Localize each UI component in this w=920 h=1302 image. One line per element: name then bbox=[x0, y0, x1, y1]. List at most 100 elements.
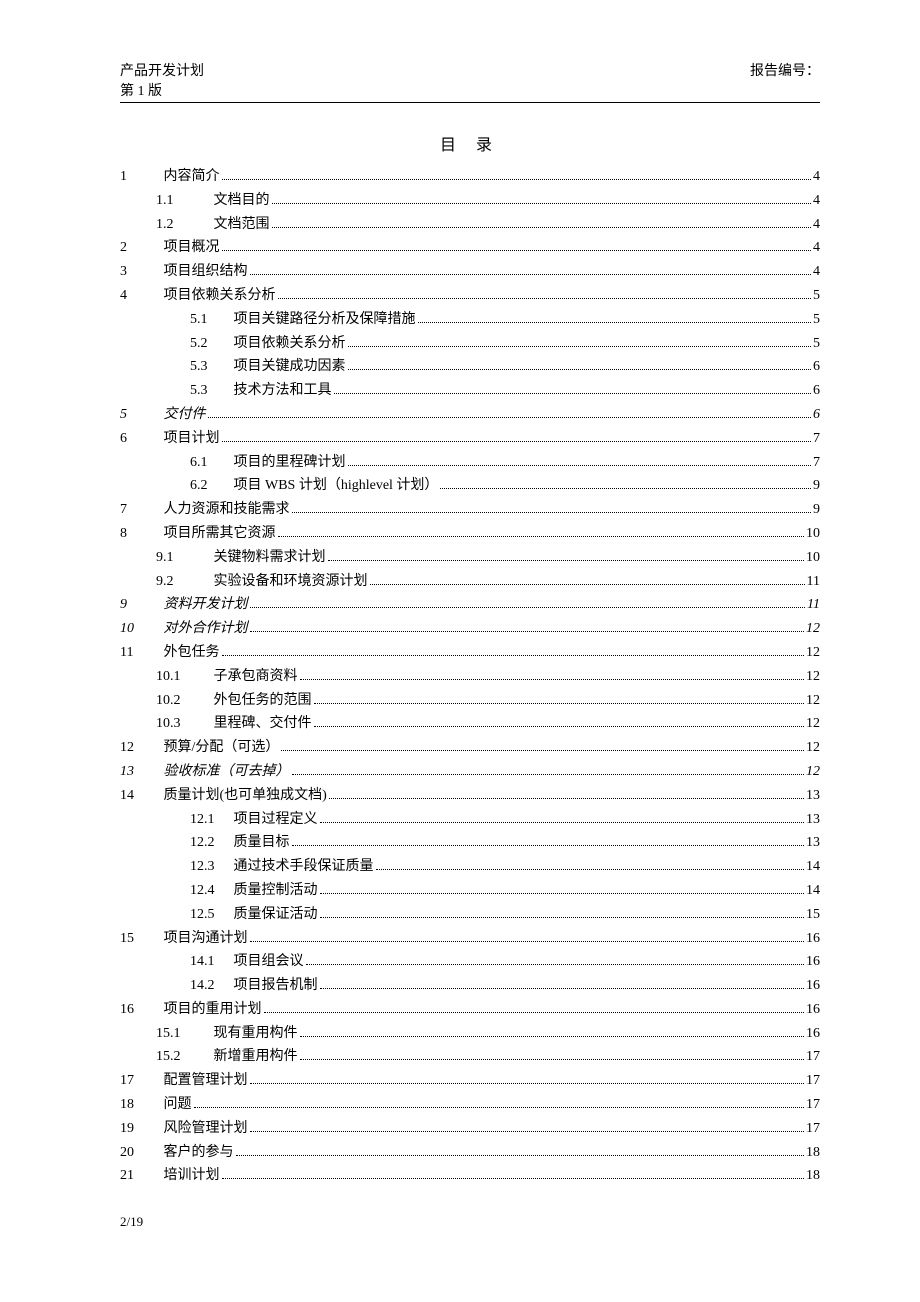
toc-leader-dots bbox=[418, 322, 812, 323]
toc-entry-number: 10.3 bbox=[156, 712, 210, 736]
toc-entry[interactable]: 15.1 现有重用构件16 bbox=[120, 1022, 820, 1046]
toc-leader-dots bbox=[278, 536, 805, 537]
toc-entry-number: 12.3 bbox=[190, 855, 230, 879]
toc-entry[interactable]: 9.1 关键物料需求计划 10 bbox=[120, 546, 820, 570]
toc-entry-label: 5.1 项目关键路径分析及保障措施 bbox=[190, 308, 416, 332]
toc-entry[interactable]: 14.2 项目报告机制16 bbox=[120, 974, 820, 998]
toc-entry[interactable]: 12.2 质量目标13 bbox=[120, 831, 820, 855]
toc-entry[interactable]: 6.1 项目的里程碑计划7 bbox=[120, 451, 820, 475]
toc-entry[interactable]: 1 内容简介4 bbox=[120, 165, 820, 189]
toc-entry[interactable]: 19 风险管理计划17 bbox=[120, 1117, 820, 1141]
toc-entry-label: 3 项目组织结构 bbox=[120, 260, 248, 284]
toc-entry[interactable]: 11 外包任务12 bbox=[120, 641, 820, 665]
toc-entry[interactable]: 21 培训计划18 bbox=[120, 1164, 820, 1188]
toc-entry-text: 问题 bbox=[164, 1097, 192, 1112]
toc-entry[interactable]: 14 质量计划(也可单独成文档)13 bbox=[120, 784, 820, 808]
toc-entry[interactable]: 3 项目组织结构4 bbox=[120, 260, 820, 284]
toc-entry[interactable]: 4 项目依赖关系分析 5 bbox=[120, 284, 820, 308]
toc-entry[interactable]: 18 问题17 bbox=[120, 1093, 820, 1117]
toc-entry[interactable]: 10.1 子承包商资料12 bbox=[120, 665, 820, 689]
toc-leader-dots bbox=[376, 869, 805, 870]
toc-entry-number: 21 bbox=[120, 1164, 160, 1188]
toc-leader-dots bbox=[314, 703, 805, 704]
toc-entry[interactable]: 5 交付件6 bbox=[120, 403, 820, 427]
toc-entry[interactable]: 7 人力资源和技能需求9 bbox=[120, 498, 820, 522]
toc-entry-text: 项目所需其它资源 bbox=[164, 526, 276, 541]
toc-entry[interactable]: 1.1 文档目的4 bbox=[120, 189, 820, 213]
toc-entry-label: 6 项目计划 bbox=[120, 427, 220, 451]
toc-entry-number: 12.5 bbox=[190, 903, 230, 927]
toc-entry-label: 16 项目的重用计划 bbox=[120, 998, 262, 1022]
toc-entry-number: 5.1 bbox=[190, 308, 230, 332]
toc-entry-label: 10.2 外包任务的范围 bbox=[156, 689, 312, 713]
toc-entry-label: 6.2 项目 WBS 计划（highlevel 计划） bbox=[190, 474, 438, 498]
toc-entry-text: 外包任务 bbox=[164, 645, 220, 660]
toc-entry[interactable]: 5.1 项目关键路径分析及保障措施5 bbox=[120, 308, 820, 332]
toc-entry-page: 9 bbox=[813, 474, 820, 498]
toc-leader-dots bbox=[250, 1083, 805, 1084]
toc-entry[interactable]: 9 资料开发计划11 bbox=[120, 593, 820, 617]
toc-entry-page: 4 bbox=[813, 165, 820, 189]
toc-leader-dots bbox=[250, 607, 806, 608]
toc-entry-number: 5.2 bbox=[190, 332, 230, 356]
toc-entry-number: 9 bbox=[120, 593, 160, 617]
toc-entry-text: 项目概况 bbox=[164, 240, 220, 255]
toc-entry-page: 10 bbox=[806, 546, 820, 570]
toc-entry-text: 新增重用构件 bbox=[214, 1049, 298, 1064]
toc-leader-dots bbox=[370, 584, 805, 585]
toc-entry-page: 16 bbox=[806, 974, 820, 998]
toc-entry-number: 1.1 bbox=[156, 189, 210, 213]
toc-leader-dots bbox=[272, 227, 812, 228]
toc-entry[interactable]: 6.2 项目 WBS 计划（highlevel 计划） 9 bbox=[120, 474, 820, 498]
toc-entry-number: 6.2 bbox=[190, 474, 230, 498]
toc-entry[interactable]: 5.2 项目依赖关系分析5 bbox=[120, 332, 820, 356]
toc-entry-number: 6 bbox=[120, 427, 160, 451]
doc-version: 第 1 版 bbox=[120, 80, 204, 100]
toc-entry-label: 9.1 关键物料需求计划 bbox=[156, 546, 326, 570]
toc-entry[interactable]: 6 项目计划7 bbox=[120, 427, 820, 451]
toc-entry[interactable]: 8 项目所需其它资源10 bbox=[120, 522, 820, 546]
toc-entry-label: 1.2 文档范围 bbox=[156, 213, 270, 237]
toc-entry[interactable]: 10.2 外包任务的范围12 bbox=[120, 689, 820, 713]
toc-entry[interactable]: 15.2 新增重用构件17 bbox=[120, 1045, 820, 1069]
toc-entry-page: 5 bbox=[813, 284, 820, 308]
toc-entry-number: 14.2 bbox=[190, 974, 230, 998]
toc-entry[interactable]: 10.3 里程碑、交付件12 bbox=[120, 712, 820, 736]
toc-entry-text: 质量计划(也可单独成文档) bbox=[164, 788, 327, 803]
toc-entry[interactable]: 13 验收标准（可去掉）12 bbox=[120, 760, 820, 784]
toc-entry-page: 12 bbox=[806, 641, 820, 665]
toc-entry-label: 5.3 项目关键成功因素 bbox=[190, 355, 346, 379]
toc-entry-label: 4 项目依赖关系分析 bbox=[120, 284, 276, 308]
toc-entry[interactable]: 20 客户的参与18 bbox=[120, 1141, 820, 1165]
toc-entry-number: 16 bbox=[120, 998, 160, 1022]
toc-entry-text: 现有重用构件 bbox=[214, 1026, 298, 1041]
toc-entry-text: 预算/分配（可选） bbox=[164, 740, 280, 755]
toc-entry[interactable]: 5.3 技术方法和工具6 bbox=[120, 379, 820, 403]
toc-entry-page: 12 bbox=[806, 712, 820, 736]
toc-entry[interactable]: 16 项目的重用计划16 bbox=[120, 998, 820, 1022]
toc-entry-text: 文档范围 bbox=[214, 217, 270, 232]
toc-entry-text: 实验设备和环境资源计划 bbox=[214, 574, 368, 589]
toc-entry[interactable]: 12.5 质量保证活动15 bbox=[120, 903, 820, 927]
toc-entry[interactable]: 12 预算/分配（可选）12 bbox=[120, 736, 820, 760]
toc-entry[interactable]: 5.3 项目关键成功因素6 bbox=[120, 355, 820, 379]
toc-entry[interactable]: 12.3 通过技术手段保证质量14 bbox=[120, 855, 820, 879]
toc-entry-number: 2 bbox=[120, 236, 160, 260]
toc-entry[interactable]: 12.1 项目过程定义13 bbox=[120, 808, 820, 832]
toc-entry-page: 12 bbox=[806, 760, 820, 784]
toc-leader-dots bbox=[348, 346, 812, 347]
toc-entry[interactable]: 12.4 质量控制活动14 bbox=[120, 879, 820, 903]
toc-entry-text: 人力资源和技能需求 bbox=[164, 502, 290, 517]
toc-entry[interactable]: 17 配置管理计划17 bbox=[120, 1069, 820, 1093]
toc-entry[interactable]: 10 对外合作计划12 bbox=[120, 617, 820, 641]
toc-entry-page: 12 bbox=[806, 736, 820, 760]
toc-entry[interactable]: 9.2 实验设备和环境资源计划11 bbox=[120, 570, 820, 594]
toc-entry[interactable]: 14.1 项目组会议16 bbox=[120, 950, 820, 974]
toc-entry-number: 15.1 bbox=[156, 1022, 210, 1046]
toc-entry[interactable]: 15 项目沟通计划16 bbox=[120, 927, 820, 951]
toc-entry-page: 6 bbox=[813, 403, 820, 427]
toc-entry[interactable]: 2 项目概况4 bbox=[120, 236, 820, 260]
toc-entry-number: 3 bbox=[120, 260, 160, 284]
toc-entry[interactable]: 1.2 文档范围4 bbox=[120, 213, 820, 237]
toc-entry-page: 7 bbox=[813, 451, 820, 475]
